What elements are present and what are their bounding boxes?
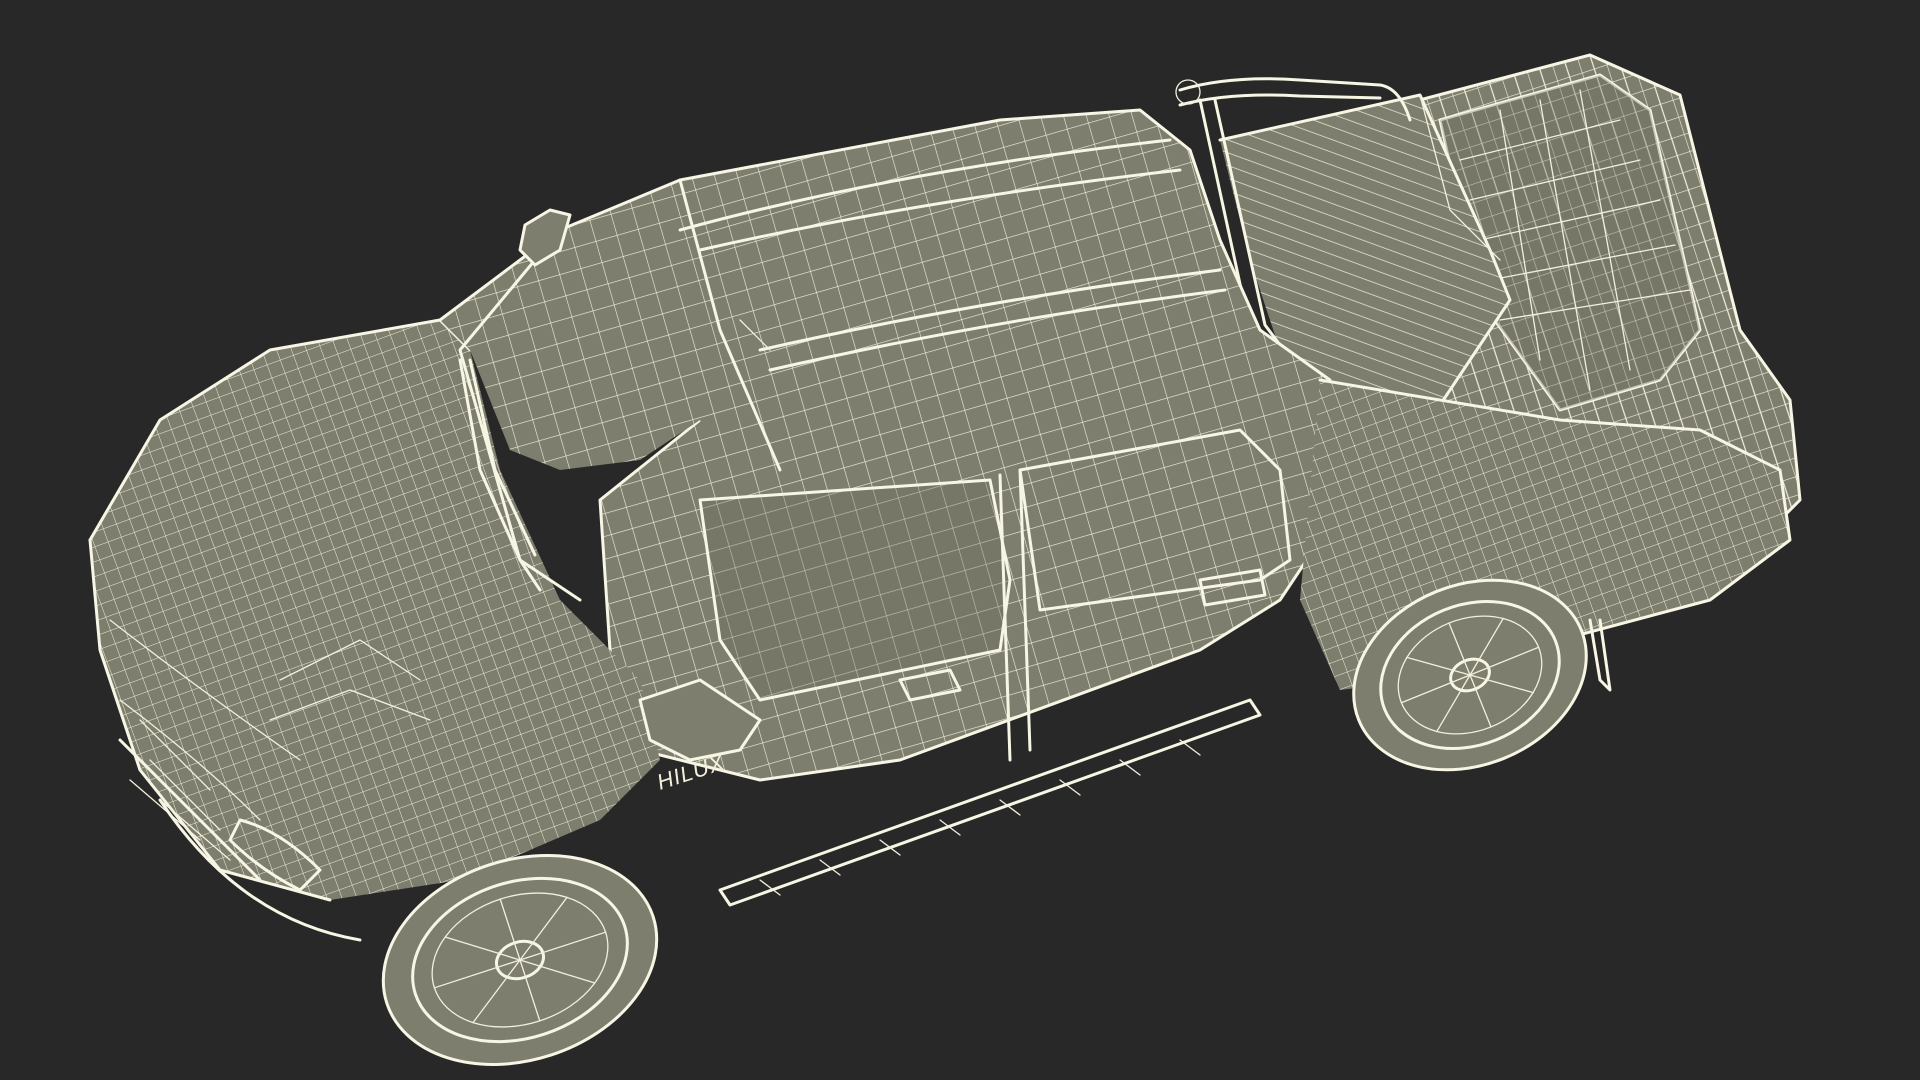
pickup-truck-wireframe: HILUX [88, 53, 1802, 1066]
render-viewport: HILUX [0, 0, 1920, 1080]
